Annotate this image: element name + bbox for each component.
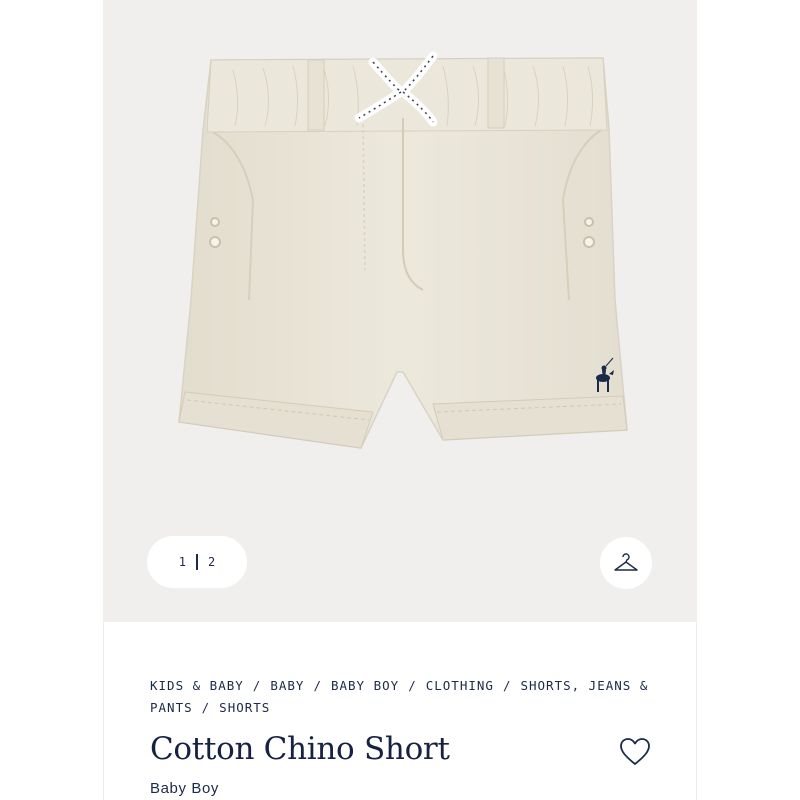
image-pager[interactable]: 1 2 [147, 536, 247, 588]
breadcrumb-clothing[interactable]: CLOTHING [426, 678, 494, 693]
pager-divider [196, 554, 198, 570]
breadcrumb-kids-baby[interactable]: KIDS & BABY [150, 678, 244, 693]
product-image-gallery[interactable]: 1 2 [103, 0, 697, 622]
product-subtitle: Baby Boy [150, 780, 220, 797]
breadcrumb-baby[interactable]: BABY [270, 678, 304, 693]
breadcrumb-shorts[interactable]: SHORTS [219, 700, 270, 715]
pager-total: 2 [208, 555, 216, 569]
breadcrumb-baby-boy[interactable]: BABY BOY [331, 678, 399, 693]
breadcrumb: KIDS & BABY / BABY / BABY BOY / CLOTHING / SHORT… [150, 678, 649, 715]
heart-icon [620, 738, 650, 765]
product-image [178, 51, 628, 449]
pager-current: 1 [178, 555, 186, 569]
hanger-icon [614, 553, 638, 571]
find-in-store-button[interactable] [600, 537, 652, 589]
wishlist-button[interactable] [618, 736, 652, 768]
product-title: Cotton Chino Short [150, 731, 450, 767]
